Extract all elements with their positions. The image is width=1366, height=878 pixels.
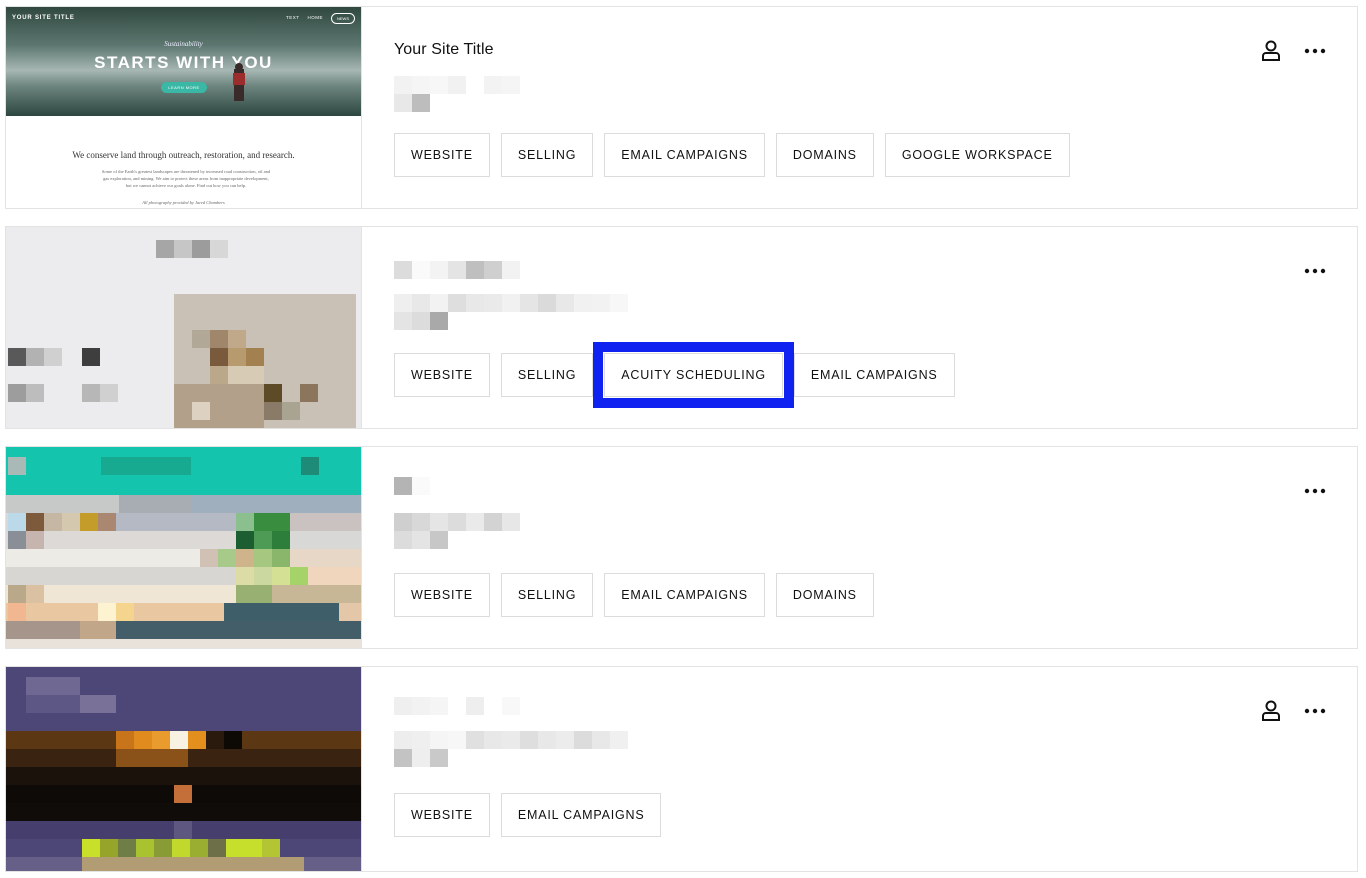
site-plan-redacted [394,531,448,549]
site-title-redacted [394,697,520,715]
thumbnail-paragraph: Some of the Earth's greatest landscapes … [101,169,271,188]
site-info-2: WEBSITE SELLING ACUITY SCHEDULING EMAIL … [394,227,1357,428]
site-card-3[interactable]: WEBSITE SELLING EMAIL CAMPAIGNS DOMAINS [5,446,1358,649]
more-options-icon[interactable] [1303,479,1327,503]
thumbnail-nav-title: YOUR SITE TITLE [12,15,75,21]
person-icon[interactable] [1259,39,1283,63]
site-thumbnail-3[interactable] [6,447,362,648]
more-options-icon[interactable] [1303,699,1327,723]
site-url-redacted [394,731,628,749]
email-campaigns-button[interactable]: EMAIL CAMPAIGNS [604,133,765,177]
email-campaigns-button[interactable]: EMAIL CAMPAIGNS [793,353,955,397]
domains-button[interactable]: DOMAINS [775,573,874,617]
product-buttons: WEBSITE SELLING EMAIL CAMPAIGNS DOMAINS … [394,133,1070,177]
thumbnail-nav-link: TEXT [285,15,300,20]
acuity-scheduling-button[interactable]: ACUITY SCHEDULING [593,342,794,408]
product-buttons: WEBSITE SELLING EMAIL CAMPAIGNS DOMAINS [394,573,874,617]
google-workspace-button[interactable]: GOOGLE WORKSPACE [884,133,1070,177]
site-thumbnail-4[interactable] [6,667,362,871]
site-url-redacted [394,513,520,531]
product-buttons: WEBSITE EMAIL CAMPAIGNS [394,793,662,837]
site-url-redacted [394,294,628,312]
card-actions [1259,699,1327,723]
site-info-4: WEBSITE EMAIL CAMPAIGNS [394,667,1357,868]
card-actions [1303,479,1327,503]
email-campaigns-button[interactable]: EMAIL CAMPAIGNS [500,793,662,837]
thumbnail-body: We conserve land through outreach, resto… [6,116,361,208]
site-plan-redacted [394,94,430,112]
thumbnail-credit: All photography provided by Jared Chambe… [142,200,225,205]
product-buttons: WEBSITE SELLING ACUITY SCHEDULING EMAIL … [394,342,955,408]
card-actions [1259,39,1327,63]
domains-button[interactable]: DOMAINS [775,133,874,177]
site-plan-redacted [394,749,448,767]
site-card-1[interactable]: YOUR SITE TITLE TEXT HOME NEWS Sustainab… [5,6,1358,209]
selling-button[interactable]: SELLING [500,573,594,617]
thumbnail-headline: STARTS WITH YOU [94,53,273,72]
site-card-2[interactable]: WEBSITE SELLING ACUITY SCHEDULING EMAIL … [5,226,1358,429]
thumbnail-tagline: We conserve land through outreach, resto… [72,150,295,160]
thumbnail-nav-button: NEWS [331,13,355,24]
more-options-icon[interactable] [1303,259,1327,283]
site-info-3: WEBSITE SELLING EMAIL CAMPAIGNS DOMAINS [394,447,1357,648]
site-title-redacted [394,477,430,495]
card-actions [1303,259,1327,283]
thumbnail-nav-link: HOME [307,15,323,20]
thumbnail-cta: LEARN MORE [161,82,207,93]
site-plan-redacted [394,312,448,330]
site-thumbnail-2[interactable] [6,227,362,428]
website-button[interactable]: WEBSITE [394,573,490,617]
selling-button[interactable]: SELLING [500,353,594,397]
thumbnail-kicker: Sustainability [164,40,203,48]
thumbnail-hero-image: YOUR SITE TITLE TEXT HOME NEWS Sustainab… [6,7,361,116]
site-title-redacted [394,261,520,279]
site-url-redacted [394,76,520,94]
website-button[interactable]: WEBSITE [394,793,490,837]
site-card-4[interactable]: WEBSITE EMAIL CAMPAIGNS [5,666,1358,872]
site-title[interactable]: Your Site Title [394,41,494,59]
website-button[interactable]: WEBSITE [394,353,490,397]
thumbnail-nav-links: TEXT HOME [286,15,323,20]
thumbnail-figure-jacket [233,73,245,85]
email-campaigns-button[interactable]: EMAIL CAMPAIGNS [604,573,765,617]
website-button[interactable]: WEBSITE [394,133,490,177]
selling-button[interactable]: SELLING [500,133,594,177]
more-options-icon[interactable] [1303,39,1327,63]
person-icon[interactable] [1259,699,1283,723]
site-info-1: Your Site Title WEBSITE SELLING EMAIL CA… [394,7,1357,208]
site-thumbnail-1[interactable]: YOUR SITE TITLE TEXT HOME NEWS Sustainab… [6,7,362,208]
